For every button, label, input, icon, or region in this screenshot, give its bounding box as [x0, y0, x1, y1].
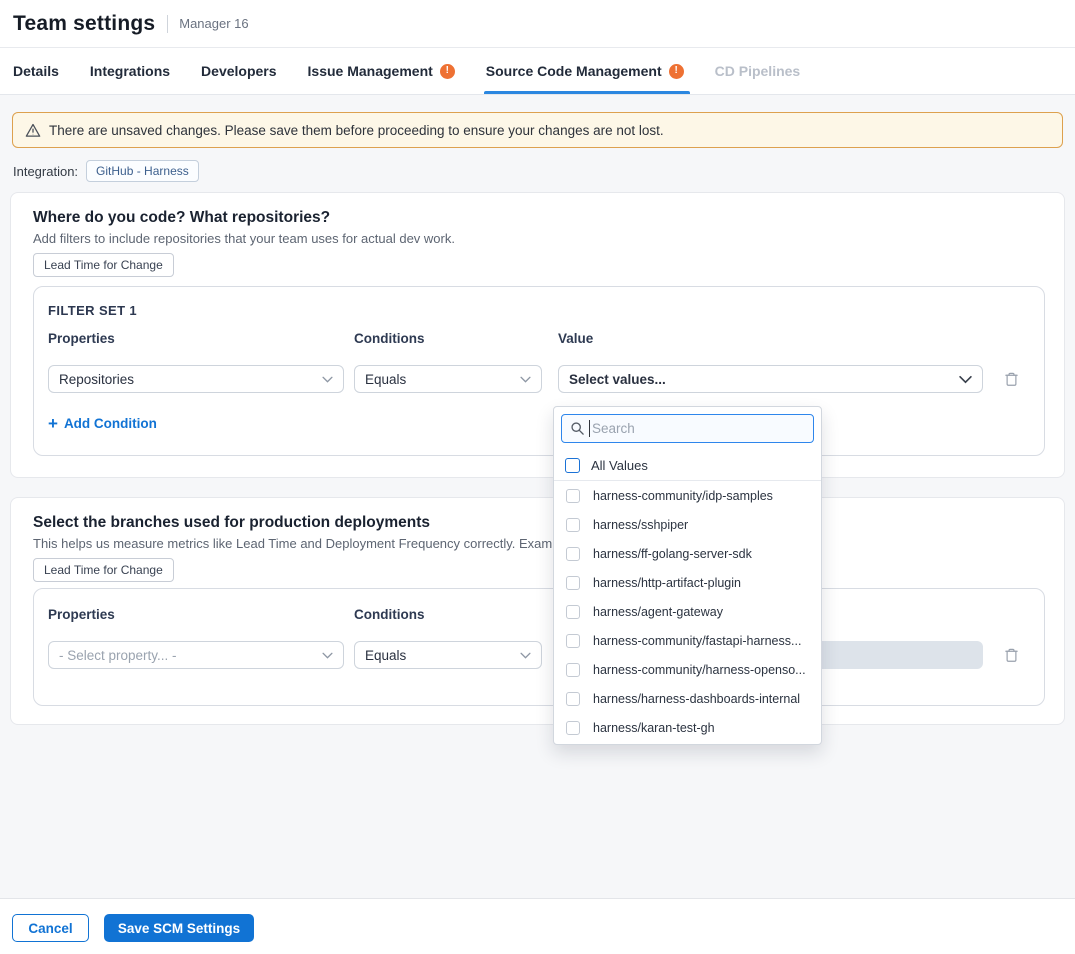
value-option[interactable]: harness/ff-golang-server-sdk [554, 539, 821, 568]
checkbox-icon[interactable] [566, 518, 580, 532]
value-option[interactable]: harness/harness-dashboards-internal [554, 684, 821, 713]
branches-card: Select the branches used for production … [10, 497, 1065, 725]
all-values-option[interactable]: All Values [554, 450, 821, 481]
delete-condition-button[interactable] [1000, 368, 1022, 390]
checkbox-icon[interactable] [566, 489, 580, 503]
alert-badge-icon: ! [440, 64, 455, 79]
condition-select[interactable]: Equals [354, 365, 542, 393]
save-scm-settings-button[interactable]: Save SCM Settings [104, 914, 254, 942]
tab-source-code-management[interactable]: Source Code Management ! [486, 48, 684, 94]
team-settings-page: Team settings Manager 16 Details Integra… [0, 0, 1075, 954]
branches-card-title: Select the branches used for production … [33, 514, 430, 532]
branches-card-subtitle: This helps us measure metrics like Lead … [33, 536, 581, 551]
cancel-button[interactable]: Cancel [12, 914, 89, 942]
filter-set-1: FILTER SET 1 Properties Conditions Value… [33, 286, 1045, 456]
unsaved-changes-banner: There are unsaved changes. Please save t… [12, 112, 1063, 148]
checkbox-icon[interactable] [566, 605, 580, 619]
branches-filter: Properties Conditions - Select property.… [33, 588, 1045, 706]
properties-header: Properties [48, 607, 115, 622]
header-divider [167, 15, 168, 33]
conditions-header: Conditions [354, 607, 425, 622]
page-header: Team settings Manager 16 [0, 0, 1075, 48]
add-condition-button[interactable]: + Add Condition [48, 415, 157, 432]
chevron-down-icon [959, 375, 972, 384]
tab-details[interactable]: Details [13, 48, 59, 94]
alert-badge-icon: ! [669, 64, 684, 79]
delete-condition-button[interactable] [1000, 644, 1022, 666]
value-select[interactable]: Select values... [558, 365, 983, 393]
tab-cd-pipelines[interactable]: CD Pipelines [715, 48, 801, 94]
properties-header: Properties [48, 331, 115, 346]
chevron-down-icon [520, 652, 531, 659]
value-option[interactable]: harness/http-artifact-plugin [554, 568, 821, 597]
value-options-list: harness-community/idp-samples harness/ss… [554, 481, 821, 745]
value-select-dropdown: All Values harness-community/idp-samples… [553, 406, 822, 745]
checkbox-icon[interactable] [566, 721, 580, 735]
repos-card-subtitle: Add filters to include repositories that… [33, 231, 455, 246]
conditions-header: Conditions [354, 331, 425, 346]
checkbox-icon[interactable] [566, 634, 580, 648]
repos-card-title: Where do you code? What repositories? [33, 209, 330, 227]
checkbox-icon[interactable] [566, 576, 580, 590]
tab-bar: Details Integrations Developers Issue Ma… [0, 48, 1075, 95]
checkbox-icon[interactable] [566, 663, 580, 677]
tab-issue-management[interactable]: Issue Management ! [308, 48, 455, 94]
footer-bar: Cancel Save SCM Settings [0, 898, 1075, 954]
tab-integrations[interactable]: Integrations [90, 48, 170, 94]
banner-message: There are unsaved changes. Please save t… [49, 123, 664, 138]
plus-icon: + [48, 415, 58, 432]
integration-chip[interactable]: GitHub - Harness [86, 160, 199, 182]
property-select[interactable]: - Select property... - [48, 641, 344, 669]
integration-label: Integration: [13, 164, 78, 179]
chevron-down-icon [322, 376, 333, 383]
search-icon [570, 421, 585, 436]
text-cursor [589, 420, 590, 437]
chevron-down-icon [322, 652, 333, 659]
property-select[interactable]: Repositories [48, 365, 344, 393]
checkbox-icon[interactable] [565, 458, 580, 473]
value-search-input[interactable] [561, 414, 814, 443]
checkbox-icon[interactable] [566, 547, 580, 561]
condition-select[interactable]: Equals [354, 641, 542, 669]
value-option[interactable]: harness/karan-test-gh [554, 713, 821, 742]
chevron-down-icon [520, 376, 531, 383]
checkbox-icon[interactable] [566, 692, 580, 706]
value-header: Value [558, 331, 593, 346]
value-option[interactable]: harness/fastapi-android-idp-sample [554, 742, 821, 745]
lead-time-chip: Lead Time for Change [33, 253, 174, 277]
warning-triangle-icon [25, 123, 41, 138]
page-title: Team settings [13, 12, 155, 36]
repositories-card: Where do you code? What repositories? Ad… [10, 192, 1065, 478]
value-option[interactable]: harness-community/fastapi-harness... [554, 626, 821, 655]
lead-time-chip: Lead Time for Change [33, 558, 174, 582]
value-option[interactable]: harness/sshpiper [554, 510, 821, 539]
integration-row: Integration: GitHub - Harness [13, 160, 199, 182]
value-option[interactable]: harness-community/idp-samples [554, 481, 821, 510]
main-content: There are unsaved changes. Please save t… [0, 95, 1075, 898]
filter-set-title: FILTER SET 1 [48, 303, 137, 318]
value-option[interactable]: harness-community/harness-openso... [554, 655, 821, 684]
team-name: Manager 16 [179, 16, 248, 31]
tab-developers[interactable]: Developers [201, 48, 276, 94]
value-option[interactable]: harness/agent-gateway [554, 597, 821, 626]
